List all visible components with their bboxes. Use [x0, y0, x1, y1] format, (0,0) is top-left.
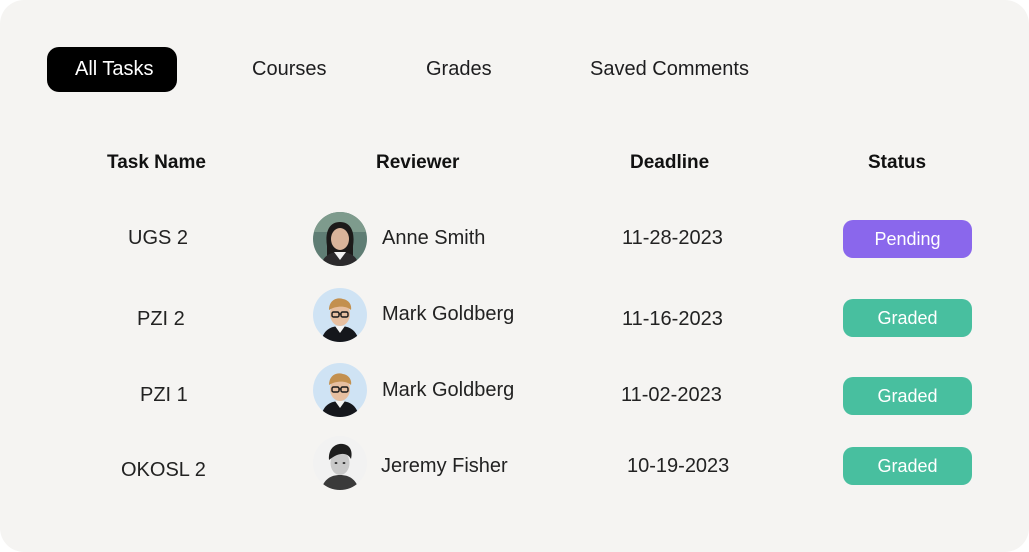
tab-bar: All Tasks Courses Grades Saved Comments — [47, 47, 807, 92]
column-header-deadline: Deadline — [630, 152, 710, 173]
status-badge[interactable]: Graded — [843, 447, 972, 485]
deadline-date: 10-19-2023 — [627, 455, 730, 477]
reviewer-name: Mark Goldberg — [382, 303, 515, 325]
tab-all-tasks[interactable]: All Tasks — [47, 47, 177, 92]
woman-portrait-icon — [313, 212, 367, 266]
man-bw-portrait-icon — [313, 436, 367, 490]
column-header-reviewer: Reviewer — [376, 152, 460, 173]
column-header-task-name: Task Name — [107, 152, 206, 173]
task-name: UGS 2 — [128, 227, 189, 249]
task-name: OKOSL 2 — [121, 459, 206, 481]
column-header-status: Status — [868, 152, 927, 173]
deadline-date: 11-28-2023 — [622, 227, 723, 249]
status-badge[interactable]: Graded — [843, 377, 972, 415]
tab-saved-comments[interactable]: Saved Comments — [590, 47, 749, 92]
reviewer-name: Jeremy Fisher — [381, 455, 508, 477]
status-badge[interactable]: Pending — [843, 220, 972, 258]
task-name: PZI 2 — [137, 308, 185, 330]
deadline-date: 11-02-2023 — [621, 384, 722, 406]
tasks-panel: All Tasks Courses Grades Saved Comments … — [0, 0, 1029, 552]
status-badge[interactable]: Graded — [843, 299, 972, 337]
tab-grades[interactable]: Grades — [426, 47, 492, 92]
man-glasses-portrait-icon — [313, 288, 367, 342]
reviewer-name: Anne Smith — [382, 227, 486, 249]
tab-courses[interactable]: Courses — [252, 47, 326, 92]
man-glasses-portrait-icon — [313, 363, 367, 417]
task-name: PZI 1 — [140, 384, 188, 406]
deadline-date: 11-16-2023 — [622, 308, 723, 330]
reviewer-name: Mark Goldberg — [382, 379, 515, 401]
